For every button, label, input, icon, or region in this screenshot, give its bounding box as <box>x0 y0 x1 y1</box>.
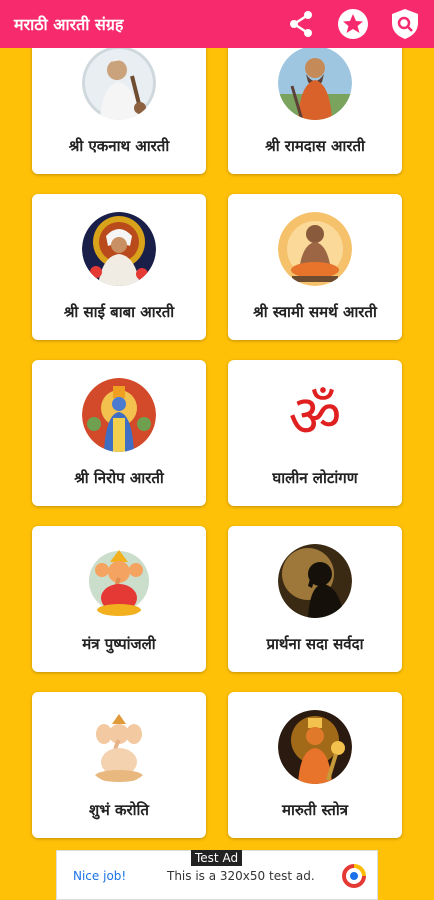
ad-headline: Nice job! <box>73 869 127 883</box>
sai-baba-portrait-image <box>82 212 156 286</box>
card-label: श्री रामदास आरती <box>265 137 365 155</box>
prayer-silhouette-image <box>278 544 352 618</box>
swami-samarth-portrait-image <box>278 212 352 286</box>
card-label: मारुती स्तोत्र <box>281 801 349 819</box>
share-button[interactable] <box>282 5 320 43</box>
svg-text:ॐ: ॐ <box>289 382 342 450</box>
vishnu-portrait-image <box>82 378 156 452</box>
ad-choices-icon[interactable] <box>341 863 367 889</box>
card-nirop-aarti[interactable]: श्री निरोप आरती <box>32 360 206 506</box>
ramdas-portrait-image <box>278 46 352 120</box>
card-label: श्री स्वामी समर्थ आरती <box>253 303 377 321</box>
ad-tag: Test Ad <box>191 850 243 866</box>
privacy-button[interactable] <box>386 5 424 43</box>
card-shubham-karoti[interactable]: शुभं करोति <box>32 692 206 838</box>
aarti-grid: श्री एकनाथ आरती श्री रामदास आरती श्री सा… <box>0 0 434 900</box>
card-eknath-aarti[interactable]: श्री एकनाथ आरती <box>32 28 206 174</box>
card-mantra-pushpanjali[interactable]: मंत्र पुष्पांजली <box>32 526 206 672</box>
card-ghalin-lotangan[interactable]: ॐ घालीन लोटांगण <box>228 360 402 506</box>
card-label: मंत्र पुष्पांजली <box>82 635 156 653</box>
card-maruti-stotra[interactable]: मारुती स्तोत्र <box>228 692 402 838</box>
star-badge-icon <box>338 9 368 39</box>
card-label: प्रार्थना सदा सर्वदा <box>266 635 364 653</box>
card-label: श्री साई बाबा आरती <box>63 303 175 321</box>
card-label: श्री निरोप आरती <box>74 469 164 487</box>
card-label: घालीन लोटांगण <box>272 469 358 487</box>
card-label: श्री एकनाथ आरती <box>68 137 170 155</box>
ganesha-idol-image <box>82 710 156 784</box>
card-label: शुभं करोति <box>89 801 149 819</box>
om-symbol-image: ॐ <box>278 378 352 452</box>
eknath-portrait-image <box>82 46 156 120</box>
ad-banner[interactable]: Test Ad Nice job! This is a 320x50 test … <box>56 850 378 900</box>
hanuman-portrait-image <box>278 710 352 784</box>
card-ramdas-aarti[interactable]: श्री रामदास आरती <box>228 28 402 174</box>
app-title: मराठी आरती संग्रह <box>14 15 124 34</box>
card-swami-samarth-aarti[interactable]: श्री स्वामी समर्थ आरती <box>228 194 402 340</box>
ad-body: This is a 320x50 test ad. <box>167 869 315 883</box>
shield-search-icon <box>392 9 418 39</box>
card-prarthana-sada-sarvada[interactable]: प्रार्थना सदा सर्वदा <box>228 526 402 672</box>
card-sai-baba-aarti[interactable]: श्री साई बाबा आरती <box>32 194 206 340</box>
app-bar: मराठी आरती संग्रह <box>0 0 434 48</box>
share-icon <box>290 11 312 37</box>
rate-button[interactable] <box>334 5 372 43</box>
ganesha-portrait-image <box>82 544 156 618</box>
